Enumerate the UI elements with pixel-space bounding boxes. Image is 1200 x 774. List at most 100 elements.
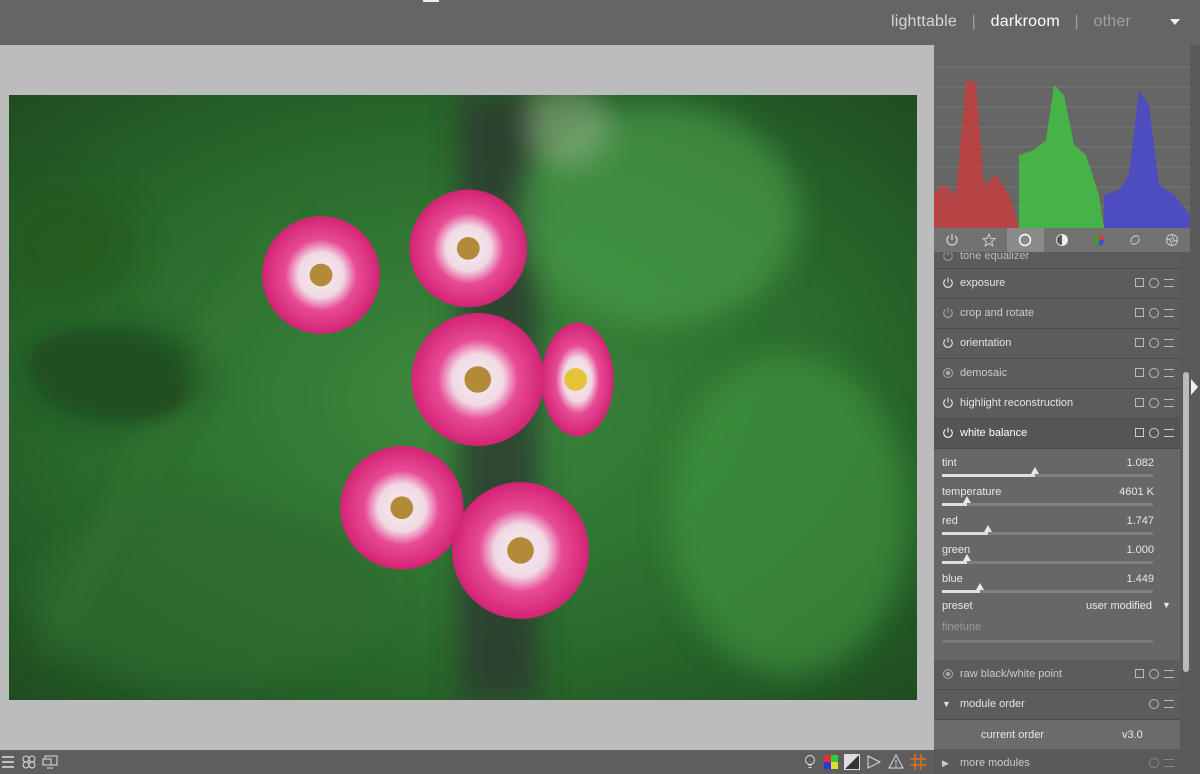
- module-label: white balance: [960, 427, 1028, 439]
- module-label: exposure: [960, 277, 1006, 289]
- expand-down-icon[interactable]: ▼: [942, 699, 954, 711]
- menu-icon[interactable]: [1164, 670, 1174, 678]
- power-icon[interactable]: [942, 277, 954, 289]
- slider-handle[interactable]: [984, 525, 993, 532]
- view-separator: |: [971, 13, 977, 30]
- slider-handle[interactable]: [1030, 467, 1039, 474]
- center-view: [0, 45, 934, 750]
- menu-icon[interactable]: [1164, 279, 1174, 287]
- info-icon[interactable]: [1149, 398, 1159, 408]
- slider-temperature[interactable]: temperature 4601 K: [942, 483, 1154, 512]
- bottom-toolbar: [0, 750, 934, 774]
- module-exposure[interactable]: exposure: [934, 269, 1180, 299]
- power-icon[interactable]: [942, 307, 954, 319]
- copy-icon[interactable]: [1135, 278, 1144, 287]
- module-raw-black-white-point[interactable]: raw black/white point: [934, 660, 1180, 690]
- module-more-modules[interactable]: ▶ more modules: [934, 749, 1180, 774]
- module-crop-and-rotate[interactable]: crop and rotate: [934, 299, 1180, 329]
- power-icon[interactable]: [942, 252, 954, 262]
- module-demosaic[interactable]: demosaic: [934, 359, 1180, 389]
- chevron-down-icon[interactable]: [1170, 19, 1180, 25]
- right-panel: tone equalizer exposure crop and rotate …: [934, 45, 1200, 774]
- top-bar: lighttable | darkroom | other: [0, 0, 1200, 45]
- guides-icon[interactable]: [910, 754, 926, 770]
- color-wheel-icon[interactable]: [1080, 228, 1117, 252]
- copy-icon[interactable]: [1135, 368, 1144, 377]
- menu-icon[interactable]: [1164, 700, 1174, 708]
- expand-right-icon[interactable]: ▶: [942, 758, 954, 770]
- info-icon[interactable]: [1149, 758, 1159, 768]
- slider-green[interactable]: green 1.000: [942, 541, 1154, 570]
- copy-icon[interactable]: [1135, 428, 1144, 437]
- collapse-right-panel-icon[interactable]: [1191, 379, 1198, 395]
- photo-preview[interactable]: [9, 95, 917, 700]
- slider-label: red: [942, 515, 958, 527]
- circle-icon[interactable]: [1007, 228, 1044, 252]
- star-icon[interactable]: [971, 228, 1008, 252]
- view-other[interactable]: other: [1094, 13, 1131, 30]
- slider-blue[interactable]: blue 1.449: [942, 570, 1154, 599]
- top-panel-toggle[interactable]: [423, 0, 439, 2]
- lightbulb-icon[interactable]: [802, 754, 818, 770]
- module-tone-equalizer[interactable]: tone equalizer: [934, 252, 1180, 269]
- preset-value: user modified: [1086, 600, 1153, 612]
- slider-finetune[interactable]: finetune: [942, 621, 1153, 643]
- copy-icon[interactable]: [1135, 398, 1144, 407]
- info-icon[interactable]: [1149, 278, 1159, 288]
- gamut-check-icon[interactable]: [866, 754, 882, 770]
- view-darkroom[interactable]: darkroom: [991, 13, 1060, 30]
- info-icon[interactable]: [1149, 428, 1159, 438]
- display-icon[interactable]: [42, 754, 58, 770]
- slider-handle[interactable]: [975, 583, 984, 590]
- module-scrollbar[interactable]: [1183, 372, 1189, 672]
- rotate-icon[interactable]: [1117, 228, 1154, 252]
- slider-label: temperature: [942, 486, 1002, 498]
- module-label: tone equalizer: [960, 252, 1030, 262]
- module-label: demosaic: [960, 367, 1008, 379]
- info-icon[interactable]: [1149, 368, 1159, 378]
- slider-label: finetune: [942, 621, 982, 633]
- view-separator: |: [1074, 13, 1079, 30]
- module-white-balance[interactable]: white balance: [934, 419, 1180, 449]
- slider-tint[interactable]: tint 1.082: [942, 454, 1154, 483]
- copy-icon[interactable]: [1135, 338, 1144, 347]
- copy-icon[interactable]: [1135, 308, 1144, 317]
- power-icon[interactable]: [934, 228, 971, 252]
- module-list: tone equalizer exposure crop and rotate …: [934, 252, 1180, 774]
- module-highlight-reconstruction[interactable]: highlight reconstruction: [934, 389, 1180, 419]
- menu-icon[interactable]: [1164, 429, 1174, 437]
- slider-handle[interactable]: [963, 496, 972, 503]
- view-lighttable[interactable]: lighttable: [891, 13, 957, 30]
- menu-icon[interactable]: [2, 754, 18, 770]
- slider-label: tint: [942, 457, 957, 469]
- current-order-value: v3.0: [1122, 729, 1143, 741]
- aperture-icon[interactable]: [1153, 228, 1190, 252]
- copy-icon[interactable]: [1135, 669, 1144, 678]
- slider-value: 1.082: [1126, 457, 1154, 469]
- power-icon[interactable]: [942, 337, 954, 349]
- menu-icon[interactable]: [1164, 309, 1174, 317]
- info-icon[interactable]: [1149, 669, 1159, 679]
- chevron-down-icon[interactable]: ▼: [1162, 600, 1171, 610]
- module-order[interactable]: ▼ module order: [934, 690, 1180, 720]
- info-icon[interactable]: [1149, 699, 1159, 709]
- power-icon[interactable]: [942, 397, 954, 409]
- slider-handle[interactable]: [963, 554, 972, 561]
- menu-icon[interactable]: [1164, 369, 1174, 377]
- menu-icon[interactable]: [1164, 399, 1174, 407]
- power-icon[interactable]: [942, 427, 954, 439]
- menu-icon[interactable]: [1164, 339, 1174, 347]
- slider-red[interactable]: red 1.747: [942, 512, 1154, 541]
- slider-value: 1.747: [1126, 515, 1154, 527]
- menu-icon[interactable]: [1164, 759, 1174, 767]
- color-assessment-icon[interactable]: [823, 754, 839, 770]
- info-icon[interactable]: [1149, 308, 1159, 318]
- half-circle-icon[interactable]: [1044, 228, 1081, 252]
- preset-select[interactable]: preset user modified ▼: [942, 600, 1171, 612]
- module-orientation[interactable]: orientation: [934, 329, 1180, 359]
- info-icon[interactable]: [1149, 338, 1159, 348]
- styles-icon[interactable]: [21, 754, 37, 770]
- softproof-icon[interactable]: [844, 754, 860, 770]
- histogram[interactable]: [934, 45, 1190, 228]
- warning-icon[interactable]: [888, 754, 904, 770]
